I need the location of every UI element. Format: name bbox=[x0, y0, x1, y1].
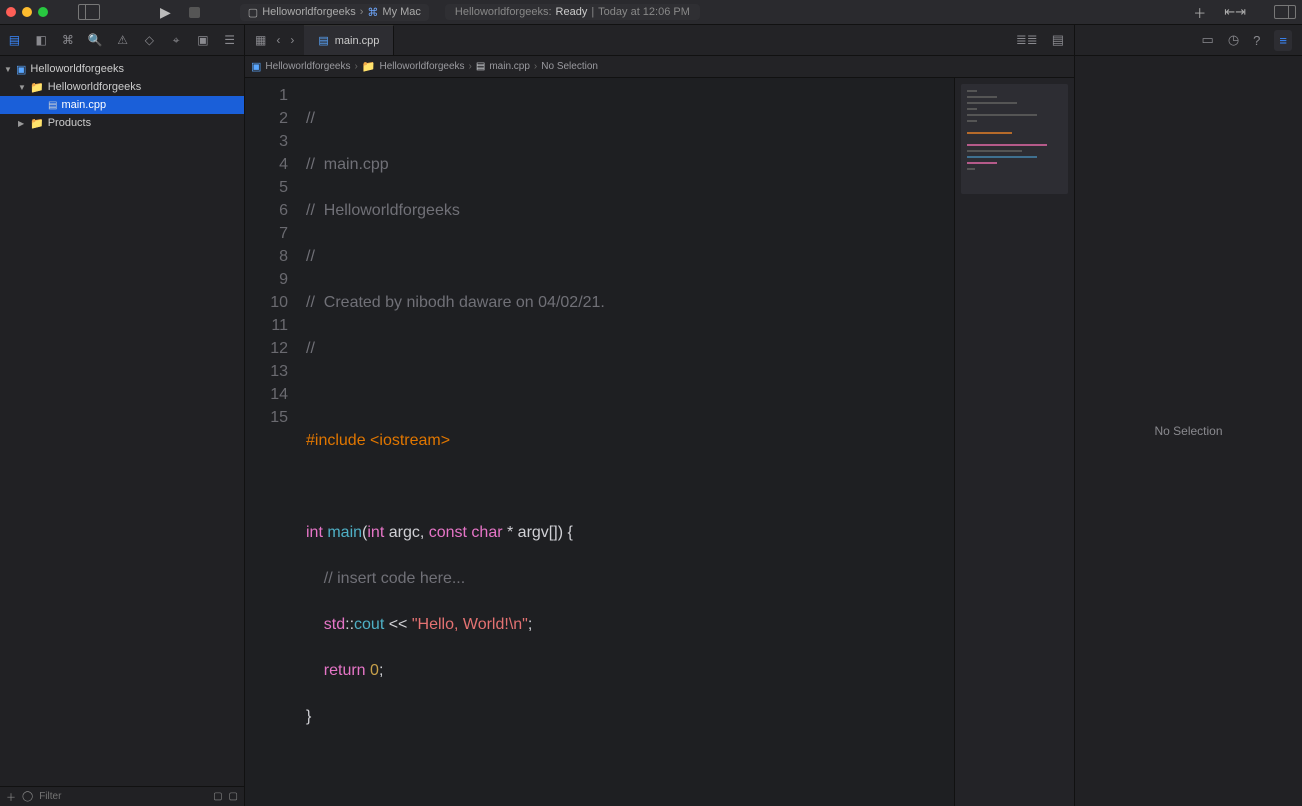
library-button[interactable]: ⇤⇥ bbox=[1224, 4, 1246, 20]
run-destination: My Mac bbox=[382, 6, 421, 18]
tree-label: Helloworldforgeeks bbox=[48, 81, 142, 93]
go-back-button[interactable]: ‹ bbox=[276, 33, 280, 47]
minimap[interactable] bbox=[954, 78, 1074, 806]
inspector-tab-bar: ▭ ◷ ? ≡ bbox=[1074, 25, 1302, 55]
chevron-right-icon: › bbox=[354, 61, 357, 72]
scm-filter-icon[interactable]: ▢ bbox=[229, 791, 238, 802]
attributes-inspector-tab[interactable]: ≡ bbox=[1274, 30, 1292, 51]
line-number-gutter: 1 2 3 4 5 6 7 8 9 10 11 12 13 14 15 bbox=[245, 78, 300, 806]
chevron-right-icon: › bbox=[360, 6, 364, 18]
status-ready: Ready bbox=[556, 6, 588, 18]
source-file-icon: ▤ bbox=[476, 61, 485, 72]
stop-button[interactable] bbox=[189, 7, 200, 18]
destination-icon: ⌘ bbox=[367, 6, 378, 19]
editor-tab-main-cpp[interactable]: ▤ main.cpp bbox=[304, 25, 394, 55]
tree-group-folder[interactable]: ▼ 📁 Helloworldforgeeks bbox=[0, 78, 244, 96]
help-inspector-tab[interactable]: ? bbox=[1253, 33, 1260, 48]
history-inspector-tab[interactable]: ◷ bbox=[1228, 32, 1239, 48]
project-navigator: ▼ ▣ Helloworldforgeeks ▼ 📁 Helloworldfor… bbox=[0, 56, 245, 806]
zoom-window-button[interactable] bbox=[38, 7, 48, 17]
minimize-window-button[interactable] bbox=[22, 7, 32, 17]
project-navigator-tab[interactable]: ▤ bbox=[8, 33, 21, 47]
jump-bar[interactable]: ▣ Helloworldforgeeks › 📁 Helloworldforge… bbox=[245, 56, 1074, 78]
editor-tab-label: main.cpp bbox=[335, 35, 380, 47]
run-button[interactable]: ▶ bbox=[160, 4, 171, 21]
related-items-icon[interactable]: ▦ bbox=[255, 33, 266, 47]
chevron-right-icon: › bbox=[534, 61, 537, 72]
disclosure-triangle-icon[interactable]: ▼ bbox=[4, 65, 12, 74]
jump-bar-selection[interactable]: No Selection bbox=[541, 61, 598, 72]
inspector-panel: No Selection bbox=[1074, 56, 1302, 806]
source-control-navigator-tab[interactable]: ◧ bbox=[35, 33, 48, 47]
code-content[interactable]: // // main.cpp // Helloworldforgeeks // … bbox=[300, 78, 954, 806]
project-icon: ▣ bbox=[251, 60, 261, 73]
secondary-toolbar: ▤ ◧ ⌘ 🔍 ⚠ ◇ ⌖ ▣ ☰ ▦ ‹ › ▤ main.cpp ≣≣ ▤ … bbox=[0, 24, 1302, 56]
test-navigator-tab[interactable]: ◇ bbox=[143, 33, 156, 47]
symbol-navigator-tab[interactable]: ⌘ bbox=[62, 33, 75, 47]
issue-navigator-tab[interactable]: ⚠ bbox=[116, 33, 129, 47]
editor-column: ▣ Helloworldforgeeks › 📁 Helloworldforge… bbox=[245, 56, 1074, 806]
editor-wrap: 1 2 3 4 5 6 7 8 9 10 11 12 13 14 15 // /… bbox=[245, 78, 1074, 806]
go-forward-button[interactable]: › bbox=[290, 33, 294, 47]
window-toolbar: ▶ ▢ Helloworldforgeeks › ⌘ My Mac Hellow… bbox=[0, 0, 1302, 24]
disclosure-triangle-icon[interactable]: ▶ bbox=[18, 119, 26, 128]
folder-icon: 📁 bbox=[30, 81, 44, 94]
add-button[interactable]: ＋ bbox=[1193, 3, 1206, 22]
close-window-button[interactable] bbox=[6, 7, 16, 17]
file-tree[interactable]: ▼ ▣ Helloworldforgeeks ▼ 📁 Helloworldfor… bbox=[0, 56, 244, 786]
project-icon: ▣ bbox=[16, 63, 26, 76]
main-area: ▼ ▣ Helloworldforgeeks ▼ 📁 Helloworldfor… bbox=[0, 56, 1302, 806]
window-traffic-lights bbox=[6, 7, 68, 17]
inspector-empty-label: No Selection bbox=[1154, 424, 1222, 438]
source-file-icon: ▤ bbox=[48, 100, 57, 111]
editor-tab-bar: ▦ ‹ › ▤ main.cpp ≣≣ ▤ bbox=[245, 25, 1074, 55]
jump-bar-group[interactable]: 📁 Helloworldforgeeks bbox=[362, 60, 465, 73]
app-icon: ▢ bbox=[248, 6, 258, 19]
find-navigator-tab[interactable]: 🔍 bbox=[88, 33, 102, 47]
activity-status[interactable]: Helloworldforgeeks: Ready | Today at 12:… bbox=[445, 4, 700, 20]
scheme-selector[interactable]: ▢ Helloworldforgeeks › ⌘ My Mac bbox=[240, 4, 429, 21]
source-editor[interactable]: 1 2 3 4 5 6 7 8 9 10 11 12 13 14 15 // /… bbox=[245, 78, 954, 806]
jump-bar-project[interactable]: ▣ Helloworldforgeeks bbox=[251, 60, 350, 73]
cpp-file-icon: ▤ bbox=[318, 34, 328, 47]
scheme-name: Helloworldforgeeks bbox=[262, 6, 356, 18]
jump-bar-file[interactable]: ▤ main.cpp bbox=[476, 61, 530, 72]
minimap-viewport bbox=[961, 84, 1068, 194]
tree-source-file[interactable]: ▤ main.cpp bbox=[0, 96, 244, 114]
toggle-navigator-icon[interactable] bbox=[78, 4, 100, 20]
status-project: Helloworldforgeeks: bbox=[455, 6, 552, 18]
tree-label: Products bbox=[48, 117, 91, 129]
tree-label: Helloworldforgeeks bbox=[30, 63, 124, 75]
adjust-editor-icon[interactable]: ▤ bbox=[1052, 32, 1064, 48]
tree-products-folder[interactable]: ▶ 📁 Products bbox=[0, 114, 244, 132]
chevron-right-icon: › bbox=[469, 61, 472, 72]
navigator-tab-bar: ▤ ◧ ⌘ 🔍 ⚠ ◇ ⌖ ▣ ☰ bbox=[0, 25, 245, 55]
folder-icon: 📁 bbox=[362, 60, 376, 73]
folder-icon: 📁 bbox=[30, 117, 44, 130]
tree-label: main.cpp bbox=[61, 99, 106, 111]
report-navigator-tab[interactable]: ☰ bbox=[223, 33, 236, 47]
debug-navigator-tab[interactable]: ⌖ bbox=[170, 33, 183, 47]
tree-project-root[interactable]: ▼ ▣ Helloworldforgeeks bbox=[0, 60, 244, 78]
disclosure-triangle-icon[interactable]: ▼ bbox=[18, 83, 26, 92]
navigator-filter-bar: ＋ ◯ ▢ ▢ bbox=[0, 786, 244, 806]
editor-options-icon[interactable]: ≣≣ bbox=[1016, 32, 1038, 48]
navigator-filter-input[interactable] bbox=[39, 791, 207, 802]
file-inspector-tab[interactable]: ▭ bbox=[1202, 32, 1214, 48]
status-timestamp: Today at 12:06 PM bbox=[598, 6, 690, 18]
toggle-inspector-icon[interactable] bbox=[1274, 5, 1296, 19]
add-item-button[interactable]: ＋ bbox=[6, 789, 16, 804]
breakpoint-navigator-tab[interactable]: ▣ bbox=[197, 33, 210, 47]
recent-files-icon[interactable]: ▢ bbox=[213, 791, 222, 802]
filter-scope-button[interactable]: ◯ bbox=[22, 791, 33, 802]
